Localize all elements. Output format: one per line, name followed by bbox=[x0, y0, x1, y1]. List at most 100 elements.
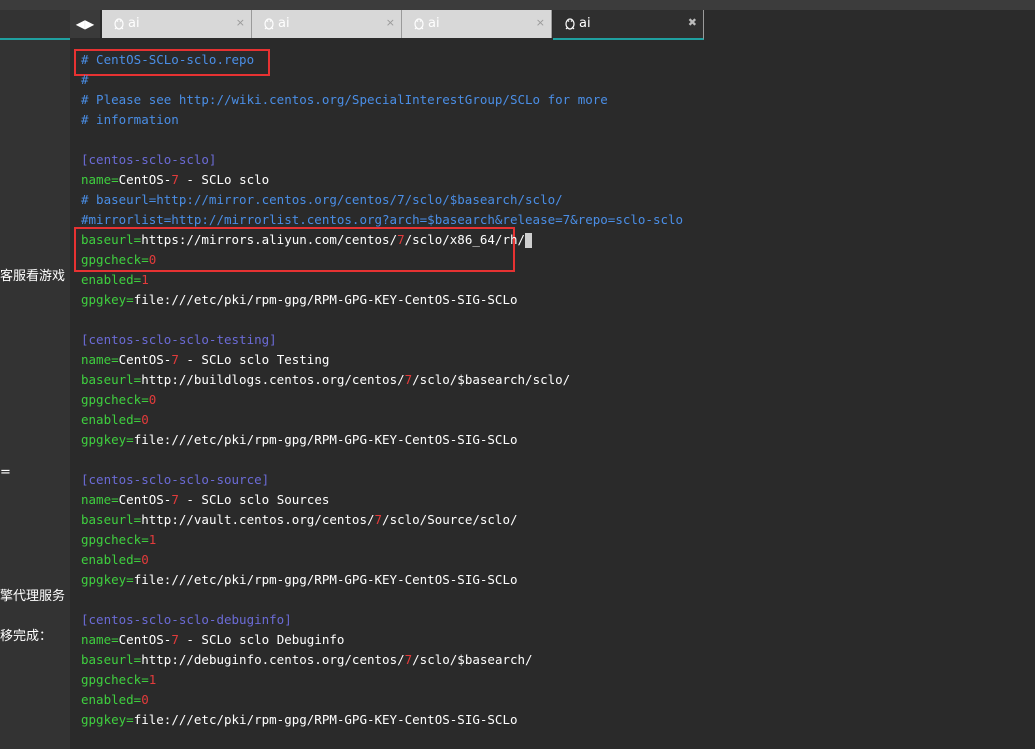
tab-bar: ◀▶ ai × ai × ai × ai ✖ bbox=[70, 10, 1035, 40]
terminal-text: baseurl= bbox=[81, 652, 142, 667]
terminal-line: gpgcheck=0 bbox=[81, 390, 156, 410]
left-panel-separator bbox=[0, 38, 70, 40]
terminal-text: 1 bbox=[141, 272, 149, 287]
terminal-line: baseurl=http://buildlogs.centos.org/cent… bbox=[81, 370, 570, 390]
terminal-text: gpgkey= bbox=[81, 572, 134, 587]
terminal-text: file:///etc/pki/rpm-gpg/RPM-GPG-KEY-Cent… bbox=[133, 712, 518, 727]
terminal-text: - SCLo sclo Debuginfo bbox=[178, 632, 345, 647]
terminal-text: gpgcheck= bbox=[81, 532, 149, 547]
terminal-line: baseurl=http://vault.centos.org/centos/7… bbox=[81, 510, 518, 530]
terminal-text: name= bbox=[81, 632, 119, 647]
terminal-line: gpgkey=file:///etc/pki/rpm-gpg/RPM-GPG-K… bbox=[81, 430, 518, 450]
terminal-text: 7 bbox=[171, 172, 179, 187]
terminal-line: [centos-sclo-sclo-source] bbox=[81, 470, 269, 490]
terminal-text: - SCLo sclo Sources bbox=[178, 492, 330, 507]
terminal-line: # bbox=[81, 70, 89, 90]
terminal-line: baseurl=https://mirrors.aliyun.com/cento… bbox=[81, 230, 533, 250]
tab-label: ai bbox=[579, 16, 591, 31]
terminal-text: 7 bbox=[171, 632, 179, 647]
terminal-text: file:///etc/pki/rpm-gpg/RPM-GPG-KEY-Cent… bbox=[133, 432, 518, 447]
terminal-text: # information bbox=[81, 112, 179, 127]
close-icon[interactable]: ✖ bbox=[688, 16, 697, 29]
terminal-text: 0 bbox=[141, 412, 149, 427]
terminal-text: # baseurl=http://mirror.centos.org/cento… bbox=[81, 192, 563, 207]
terminal-text: 7 bbox=[171, 492, 179, 507]
terminal-line: name=CentOS-7 - SCLo sclo Debuginfo bbox=[81, 630, 344, 650]
linux-tux-icon bbox=[264, 18, 274, 30]
terminal-text: enabled= bbox=[81, 412, 142, 427]
terminal-text: /sclo/$basearch/sclo/ bbox=[412, 372, 571, 387]
linux-tux-icon bbox=[414, 18, 424, 30]
terminal-text: [centos-sclo-sclo-source] bbox=[81, 472, 270, 487]
terminal-line: gpgkey=file:///etc/pki/rpm-gpg/RPM-GPG-K… bbox=[81, 290, 518, 310]
terminal-line: [centos-sclo-sclo-testing] bbox=[81, 330, 277, 350]
tab-scroll-arrows[interactable]: ◀▶ bbox=[70, 10, 100, 38]
terminal-text: - SCLo sclo bbox=[178, 172, 270, 187]
terminal-text: gpgcheck= bbox=[81, 252, 149, 267]
terminal-line: name=CentOS-7 - SCLo sclo Sources bbox=[81, 490, 329, 510]
terminal-text: http://debuginfo.centos.org/centos/ bbox=[141, 652, 405, 667]
terminal-line: [centos-sclo-sclo] bbox=[81, 150, 216, 170]
terminal-line: gpgcheck=1 bbox=[81, 530, 156, 550]
terminal-text: # Please see http://wiki.centos.org/Spec… bbox=[81, 92, 608, 107]
terminal-text: http://buildlogs.centos.org/centos/ bbox=[141, 372, 405, 387]
close-icon[interactable]: × bbox=[536, 16, 545, 29]
terminal-text: CentOS- bbox=[118, 172, 172, 187]
terminal-text: baseurl= bbox=[81, 512, 142, 527]
terminal-text: file:///etc/pki/rpm-gpg/RPM-GPG-KEY-Cent… bbox=[133, 572, 518, 587]
terminal-text: - SCLo sclo Testing bbox=[178, 352, 330, 367]
terminal-line: [centos-sclo-sclo-debuginfo] bbox=[81, 610, 292, 630]
terminal-text: [centos-sclo-sclo-testing] bbox=[81, 332, 277, 347]
terminal-text: https://mirrors.aliyun.com/centos/ bbox=[141, 232, 398, 247]
terminal-text: 1 bbox=[148, 532, 157, 547]
tab-ai-1[interactable]: ai × bbox=[102, 10, 252, 38]
terminal-text: 0 bbox=[148, 252, 157, 267]
terminal-text: 1 bbox=[148, 672, 157, 687]
terminal-line: gpgcheck=0 bbox=[81, 250, 156, 270]
terminal-text: 0 bbox=[141, 692, 149, 707]
linux-tux-icon bbox=[114, 18, 124, 30]
tab-ai-3[interactable]: ai × bbox=[402, 10, 552, 38]
terminal-output[interactable]: # CentOS-SCLo-sclo.repo # # Please see htt… bbox=[70, 40, 1035, 749]
tab-label: ai bbox=[278, 16, 290, 31]
terminal-text: name= bbox=[81, 492, 119, 507]
terminal-line: gpgcheck=1 bbox=[81, 670, 156, 690]
left-panel-text: 移完成： bbox=[0, 629, 53, 644]
terminal-line: # Please see http://wiki.centos.org/Spec… bbox=[81, 90, 608, 110]
terminal-text: CentOS- bbox=[118, 352, 172, 367]
terminal-text: 7 bbox=[397, 232, 405, 247]
tab-ai-2[interactable]: ai × bbox=[252, 10, 402, 38]
terminal-line: enabled=0 bbox=[81, 550, 149, 570]
terminal-text: [centos-sclo-sclo] bbox=[81, 152, 217, 167]
terminal-text: gpgcheck= bbox=[81, 672, 149, 687]
terminal-text: 7 bbox=[171, 352, 179, 367]
terminal-text: gpgkey= bbox=[81, 432, 134, 447]
terminal-line: enabled=1 bbox=[81, 270, 149, 290]
left-panel: 客服看游戏 = 擎代理服务 移完成： bbox=[0, 10, 70, 749]
terminal-text: enabled= bbox=[81, 692, 142, 707]
terminal-text: enabled= bbox=[81, 272, 142, 287]
close-icon[interactable]: × bbox=[236, 16, 245, 29]
terminal-line: name=CentOS-7 - SCLo sclo bbox=[81, 170, 269, 190]
terminal-text: baseurl= bbox=[81, 372, 142, 387]
terminal-text: enabled= bbox=[81, 552, 142, 567]
terminal-line: # baseurl=http://mirror.centos.org/cento… bbox=[81, 190, 563, 210]
tab-label: ai bbox=[428, 16, 440, 31]
terminal-text: gpgcheck= bbox=[81, 392, 149, 407]
terminal-text: CentOS- bbox=[118, 492, 172, 507]
terminal-text: baseurl= bbox=[81, 232, 142, 247]
terminal-text: name= bbox=[81, 352, 119, 367]
terminal-line: # CentOS-SCLo-sclo.repo bbox=[81, 50, 254, 70]
terminal-text: 7 bbox=[374, 512, 383, 527]
terminal-line: enabled=0 bbox=[81, 690, 149, 710]
text-cursor bbox=[525, 233, 533, 248]
terminal-text: 0 bbox=[148, 392, 157, 407]
tab-ai-active[interactable]: ai ✖ bbox=[553, 10, 704, 40]
tab-label: ai bbox=[128, 16, 140, 31]
left-panel-text: = bbox=[0, 465, 11, 480]
terminal-line: baseurl=http://debuginfo.centos.org/cent… bbox=[81, 650, 533, 670]
close-icon[interactable]: × bbox=[386, 16, 395, 29]
terminal-text: [centos-sclo-sclo-debuginfo] bbox=[81, 612, 292, 627]
terminal-text: /sclo/x86_64/rh/ bbox=[404, 232, 526, 247]
terminal-text: 0 bbox=[141, 552, 149, 567]
